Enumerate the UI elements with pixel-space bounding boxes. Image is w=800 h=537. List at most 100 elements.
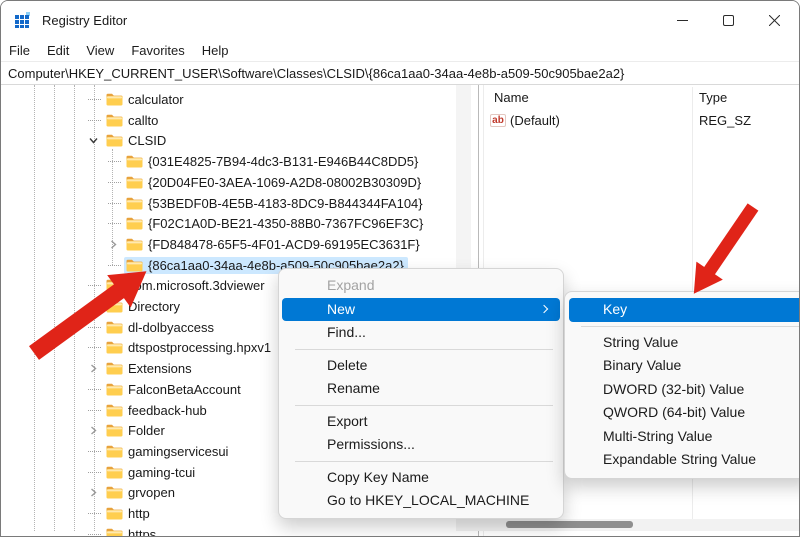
registry-key[interactable]: callto <box>104 112 162 129</box>
address-bar[interactable]: Computer\HKEY_CURRENT_USER\Software\Clas… <box>1 61 799 85</box>
tree-item-falconbetaaccount[interactable]: FalconBetaAccount <box>1 379 245 400</box>
value-name-cell[interactable]: (Default) <box>510 113 560 128</box>
tree-item-directory[interactable]: Directory <box>1 296 184 317</box>
tree-item-label: gamingservicesui <box>128 443 229 459</box>
context-menu-item-label: Go to HKEY_LOCAL_MACHINE <box>327 492 530 508</box>
registry-key[interactable]: https <box>104 526 160 536</box>
chevron-right-icon[interactable] <box>105 234 124 255</box>
context-menu: Expand New Find... Delete Rename Export Permis… <box>278 268 564 519</box>
registry-key[interactable]: gamingservicesui <box>104 443 232 460</box>
chevron-down-icon[interactable] <box>85 130 104 151</box>
chevron-right-icon[interactable] <box>85 482 104 503</box>
tree-connector <box>85 400 104 421</box>
context-menu-item-expand[interactable]: Expand <box>282 274 560 298</box>
context-menu-item-delete[interactable]: Delete <box>282 354 560 378</box>
context-menu-item-label: New <box>327 300 356 317</box>
tree-item-extensions[interactable]: Extensions <box>1 358 196 379</box>
tree-connector <box>85 337 104 358</box>
context-menu-separator <box>295 460 553 462</box>
registry-key[interactable]: CLSID <box>104 132 170 149</box>
submenu-item-binary-value[interactable]: Binary Value <box>569 354 799 378</box>
registry-key[interactable]: FalconBetaAccount <box>104 381 245 398</box>
registry-key[interactable]: {53BEDF0B-4E5B-4183-8DC9-B844344FA104} <box>124 195 427 212</box>
context-menu-item-copy-key-name[interactable]: Copy Key Name <box>282 466 560 490</box>
registry-key[interactable]: com.microsoft.3dviewer <box>104 277 269 294</box>
tree-item-label: Folder <box>128 423 165 439</box>
new-submenu: Key String Value Binary Value DWORD (32-bit… <box>564 291 799 479</box>
tree-item-calculator[interactable]: calculator <box>1 89 188 110</box>
submenu-item-expandable-string-value[interactable]: Expandable String Value <box>569 448 799 472</box>
context-menu-item-find[interactable]: Find... <box>282 321 560 345</box>
registry-key[interactable]: grvopen <box>104 484 179 501</box>
tree-item-feedback-hub[interactable]: feedback-hub <box>1 400 211 421</box>
context-menu-item-rename[interactable]: Rename <box>282 377 560 401</box>
tree-item-dtspostprocessing-hpxv1[interactable]: dtspostprocessing.hpxv1 <box>1 337 275 358</box>
registry-key[interactable]: calculator <box>104 91 188 108</box>
menubar-item-help[interactable]: Help <box>202 43 229 58</box>
menubar-item-file[interactable]: File <box>9 43 30 58</box>
registry-key[interactable]: Extensions <box>104 360 196 377</box>
tree-item-label: {53BEDF0B-4E5B-4183-8DC9-B844344FA104} <box>148 195 423 211</box>
registry-key[interactable]: dtspostprocessing.hpxv1 <box>104 339 275 356</box>
tree-item-label: https <box>128 526 157 536</box>
tree-item-f02c1a0d-be21-4350-88b0-7367fc96ef3c[interactable]: {F02C1A0D-BE21-4350-88B0-7367FC96EF3C} <box>1 213 427 234</box>
tree-item-gamingservicesui[interactable]: gamingservicesui <box>1 441 232 462</box>
registry-key[interactable]: dl-dolbyaccess <box>104 319 218 336</box>
menubar-item-favorites[interactable]: Favorites <box>131 43 184 58</box>
chevron-right-icon[interactable] <box>85 296 104 317</box>
registry-key[interactable]: feedback-hub <box>104 402 211 419</box>
tree-item-dl-dolbyaccess[interactable]: dl-dolbyaccess <box>1 317 218 338</box>
chevron-right-icon[interactable] <box>85 358 104 379</box>
context-menu-item-label: Expand <box>327 277 375 293</box>
tree-item-20d04fe0-3aea-1069-a2d8-08002b30309d[interactable]: {20D04FE0-3AEA-1069-A2D8-08002B30309D} <box>1 172 425 193</box>
submenu-item-key[interactable]: Key <box>569 298 799 322</box>
menubar-item-view[interactable]: View <box>86 43 114 58</box>
registry-key[interactable]: Directory <box>104 298 184 315</box>
registry-key[interactable]: Folder <box>104 422 169 439</box>
submenu-item-dword-32-bit-value[interactable]: DWORD (32-bit) Value <box>569 378 799 402</box>
tree-item-53bedf0b-4e5b-4183-8dc9-b844344fa104[interactable]: {53BEDF0B-4E5B-4183-8DC9-B844344FA104} <box>1 193 427 214</box>
registry-key[interactable]: {031E4825-7B94-4dc3-B131-E946B44C8DD5} <box>124 153 422 170</box>
submenu-item-multi-string-value[interactable]: Multi-String Value <box>569 425 799 449</box>
tree-item-clsid[interactable]: CLSID <box>1 130 170 151</box>
tree-item-label: gaming-tcui <box>128 464 196 480</box>
tree-item-label: dtspostprocessing.hpxv1 <box>128 340 272 356</box>
context-menu-item-export[interactable]: Export <box>282 410 560 434</box>
tree-item-https[interactable]: https <box>1 524 160 536</box>
registry-key[interactable]: {F02C1A0D-BE21-4350-88B0-7367FC96EF3C} <box>124 215 427 232</box>
context-menu-item-label: Copy Key Name <box>327 468 429 485</box>
tree-item-031e4825-7b94-4dc3-b131-e946b44c8dd5[interactable]: {031E4825-7B94-4dc3-B131-E946B44C8DD5} <box>1 151 422 172</box>
tree-item-gaming-tcui[interactable]: gaming-tcui <box>1 462 199 483</box>
registry-key[interactable]: gaming-tcui <box>104 464 199 481</box>
horizontal-scrollbar[interactable] <box>456 519 799 531</box>
tree-connector <box>85 462 104 483</box>
menubar-item-edit[interactable]: Edit <box>47 43 69 58</box>
chevron-right-icon[interactable] <box>85 420 104 441</box>
context-menu-item-label: Find... <box>327 324 366 340</box>
minimize-button[interactable] <box>659 1 705 39</box>
column-header-name[interactable]: Name <box>494 90 529 105</box>
registry-key[interactable]: {FD848478-65F5-4F01-ACD9-69195EC3631F} <box>124 236 424 253</box>
tree-item-grvopen[interactable]: grvopen <box>1 482 179 503</box>
context-menu-item-permissions[interactable]: Permissions... <box>282 433 560 457</box>
submenu-item-label: String Value <box>603 333 679 350</box>
maximize-button[interactable] <box>705 1 751 39</box>
close-button[interactable] <box>751 1 797 39</box>
tree-item-fd848478-65f5-4f01-acd9-69195ec3631f[interactable]: {FD848478-65F5-4F01-ACD9-69195EC3631F} <box>1 234 424 255</box>
tree-item-label: feedback-hub <box>128 402 207 418</box>
tree-item-com-microsoft-3dviewer[interactable]: com.microsoft.3dviewer <box>1 275 269 296</box>
tree-item-folder[interactable]: Folder <box>1 420 169 441</box>
submenu-item-qword-64-bit-value[interactable]: QWORD (64-bit) Value <box>569 401 799 425</box>
context-menu-separator <box>295 404 553 406</box>
submenu-separator <box>581 325 799 327</box>
registry-key[interactable]: http <box>104 505 154 522</box>
submenu-item-string-value[interactable]: String Value <box>569 331 799 355</box>
registry-key[interactable]: {20D04FE0-3AEA-1069-A2D8-08002B30309D} <box>124 174 425 191</box>
tree-item-http[interactable]: http <box>1 503 154 524</box>
context-menu-item-go-to-hkey-local-machine[interactable]: Go to HKEY_LOCAL_MACHINE <box>282 489 560 513</box>
horizontal-scrollbar-thumb[interactable] <box>506 521 633 528</box>
submenu-item-label: Key <box>603 301 628 317</box>
column-header-type[interactable]: Type <box>699 90 727 105</box>
tree-item-callto[interactable]: callto <box>1 110 162 131</box>
context-menu-item-new[interactable]: New <box>282 297 560 321</box>
